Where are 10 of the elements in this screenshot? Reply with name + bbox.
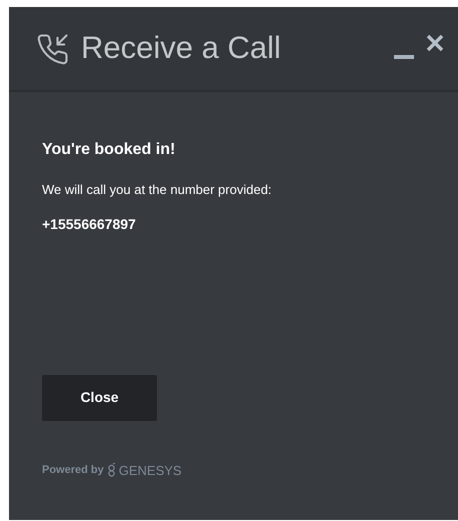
logo-icon — [106, 463, 116, 478]
powered-by-text: Powered by — [42, 463, 104, 478]
close-dialog-button[interactable]: Close — [42, 374, 157, 420]
minimize-icon — [394, 54, 414, 58]
message-text: We will call you at the number provided: — [42, 181, 273, 199]
confirmation-heading: You're booked in! — [42, 140, 176, 160]
close-icon — [426, 34, 444, 52]
brand-name: GENESYS — [118, 462, 182, 480]
phone-number: +15556667897 — [42, 214, 137, 234]
window-title: Receive a Call — [81, 29, 281, 68]
